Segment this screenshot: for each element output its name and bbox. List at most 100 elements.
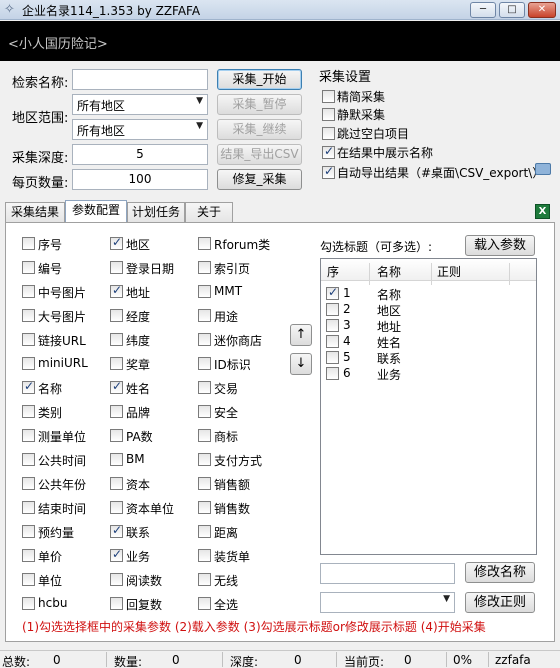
region-select-2[interactable]: 所有地区 ▼ <box>72 119 208 140</box>
column-num[interactable]: 序 <box>327 263 339 280</box>
list-item[interactable]: 2 地区 <box>321 302 536 318</box>
region-select-1[interactable]: 所有地区 ▼ <box>72 94 208 115</box>
field-checkbox[interactable] <box>22 285 35 298</box>
depth-input[interactable]: 5 <box>72 144 208 165</box>
field-checkbox[interactable] <box>110 477 123 490</box>
repair-button[interactable]: 修复_采集 <box>217 169 302 190</box>
field-checkbox[interactable] <box>22 261 35 274</box>
field-checkbox[interactable] <box>110 429 123 442</box>
field-checkbox[interactable] <box>198 429 211 442</box>
field-checkbox[interactable] <box>198 309 211 322</box>
field-checkbox[interactable] <box>110 573 123 586</box>
field-checkbox[interactable] <box>22 429 35 442</box>
field-checkbox[interactable] <box>198 261 211 274</box>
field-checkbox[interactable] <box>22 237 35 250</box>
field-checkbox[interactable] <box>198 405 211 418</box>
field-checkbox[interactable] <box>22 379 35 394</box>
list-item-checkbox[interactable] <box>326 319 339 332</box>
field-checkbox[interactable] <box>110 453 123 466</box>
field-checkbox[interactable] <box>22 405 35 418</box>
folder-icon[interactable] <box>535 163 551 175</box>
move-up-button[interactable]: ↑ <box>290 324 312 346</box>
field-checkbox[interactable] <box>198 285 211 298</box>
edit-regex-button[interactable]: 修改正则 <box>465 592 535 613</box>
column-name[interactable]: 名称 <box>377 263 401 280</box>
title-name-input[interactable] <box>320 563 455 584</box>
list-item-checkbox[interactable] <box>326 335 339 348</box>
list-item-checkbox[interactable] <box>326 367 339 380</box>
minimize-button[interactable]: ─ <box>470 2 496 18</box>
field-checkbox[interactable] <box>110 333 123 346</box>
list-item[interactable]: 3 地址 <box>321 318 536 334</box>
start-button[interactable]: 采集_开始 <box>217 69 302 90</box>
list-item-checkbox[interactable] <box>326 303 339 316</box>
list-item-checkbox[interactable] <box>326 285 339 300</box>
move-down-button[interactable]: ↓ <box>290 353 312 375</box>
field-label: 序号 <box>38 238 63 252</box>
list-item[interactable]: 4 姓名 <box>321 334 536 350</box>
field-checkbox[interactable] <box>22 453 35 466</box>
tab-about[interactable]: 关于 <box>185 202 233 223</box>
field-checkbox[interactable] <box>110 357 123 370</box>
rename-button[interactable]: 修改名称 <box>465 562 535 583</box>
maximize-button[interactable]: □ <box>499 2 525 18</box>
keyword-input[interactable] <box>72 69 208 90</box>
load-params-button[interactable]: 载入参数 <box>465 235 535 256</box>
field-checkbox[interactable] <box>110 283 123 298</box>
settings-checkbox[interactable] <box>322 144 335 159</box>
field-checkbox[interactable] <box>22 357 35 370</box>
export-csv-button[interactable]: 结果_导出CSV <box>217 144 302 165</box>
field-checkbox[interactable] <box>110 235 123 250</box>
field-checkbox[interactable] <box>22 477 35 490</box>
pause-button[interactable]: 采集_暂停 <box>217 94 302 115</box>
tab-params[interactable]: 参数配置 <box>65 200 127 224</box>
perpage-input[interactable]: 100 <box>72 169 208 190</box>
settings-checkbox[interactable] <box>322 90 335 103</box>
tab-schedule[interactable]: 计划任务 <box>127 202 185 223</box>
field-checkbox[interactable] <box>198 237 211 250</box>
list-item[interactable]: 5 联系 <box>321 350 536 366</box>
field-checkbox[interactable] <box>22 549 35 562</box>
field-label: miniURL <box>38 356 88 370</box>
field-checkbox[interactable] <box>198 549 211 562</box>
field-checkbox[interactable] <box>110 261 123 274</box>
titles-list[interactable]: 序 名称 正则 1 名称 2 地区 3 地址 4 姓名 5 联系 6 业务 <box>320 258 537 555</box>
excel-icon[interactable]: X <box>535 204 550 219</box>
page-label: 当前页: <box>344 655 385 668</box>
field-checkbox[interactable] <box>198 501 211 514</box>
list-item-checkbox[interactable] <box>326 351 339 364</box>
close-button[interactable]: ✕ <box>528 2 556 18</box>
field-checkbox[interactable] <box>22 525 35 538</box>
settings-checkbox[interactable] <box>322 127 335 140</box>
field-checkbox[interactable] <box>22 333 35 346</box>
tab-results[interactable]: 采集结果 <box>5 202 65 223</box>
status-bar: 总数: 0 数量: 0 深度: 0 当前页: 0 0% zzfafa <box>0 650 560 668</box>
field-checkbox[interactable] <box>22 597 35 610</box>
field-checkbox[interactable] <box>110 405 123 418</box>
field-checkbox[interactable] <box>198 357 211 370</box>
field-checkbox[interactable] <box>110 523 123 538</box>
field-checkbox[interactable] <box>198 333 211 346</box>
field-checkbox[interactable] <box>198 381 211 394</box>
list-item[interactable]: 6 业务 <box>321 366 536 382</box>
field-checkbox[interactable] <box>22 573 35 586</box>
regex-select[interactable]: ▼ <box>320 592 455 613</box>
column-regex[interactable]: 正则 <box>437 263 461 280</box>
settings-checkbox[interactable] <box>322 164 335 179</box>
resume-button[interactable]: 采集_继续 <box>217 119 302 140</box>
field-checkbox[interactable] <box>110 501 123 514</box>
field-checkbox[interactable] <box>198 453 211 466</box>
list-item[interactable]: 1 名称 <box>321 285 536 302</box>
settings-checkbox[interactable] <box>322 108 335 121</box>
field-checkbox[interactable] <box>110 547 123 562</box>
field-label: 姓名 <box>126 382 151 396</box>
field-checkbox[interactable] <box>198 597 211 610</box>
field-checkbox[interactable] <box>22 501 35 514</box>
field-checkbox[interactable] <box>198 525 211 538</box>
field-checkbox[interactable] <box>198 477 211 490</box>
field-checkbox[interactable] <box>110 309 123 322</box>
field-checkbox[interactable] <box>22 309 35 322</box>
field-checkbox[interactable] <box>110 379 123 394</box>
field-checkbox[interactable] <box>110 597 123 610</box>
field-checkbox[interactable] <box>198 573 211 586</box>
